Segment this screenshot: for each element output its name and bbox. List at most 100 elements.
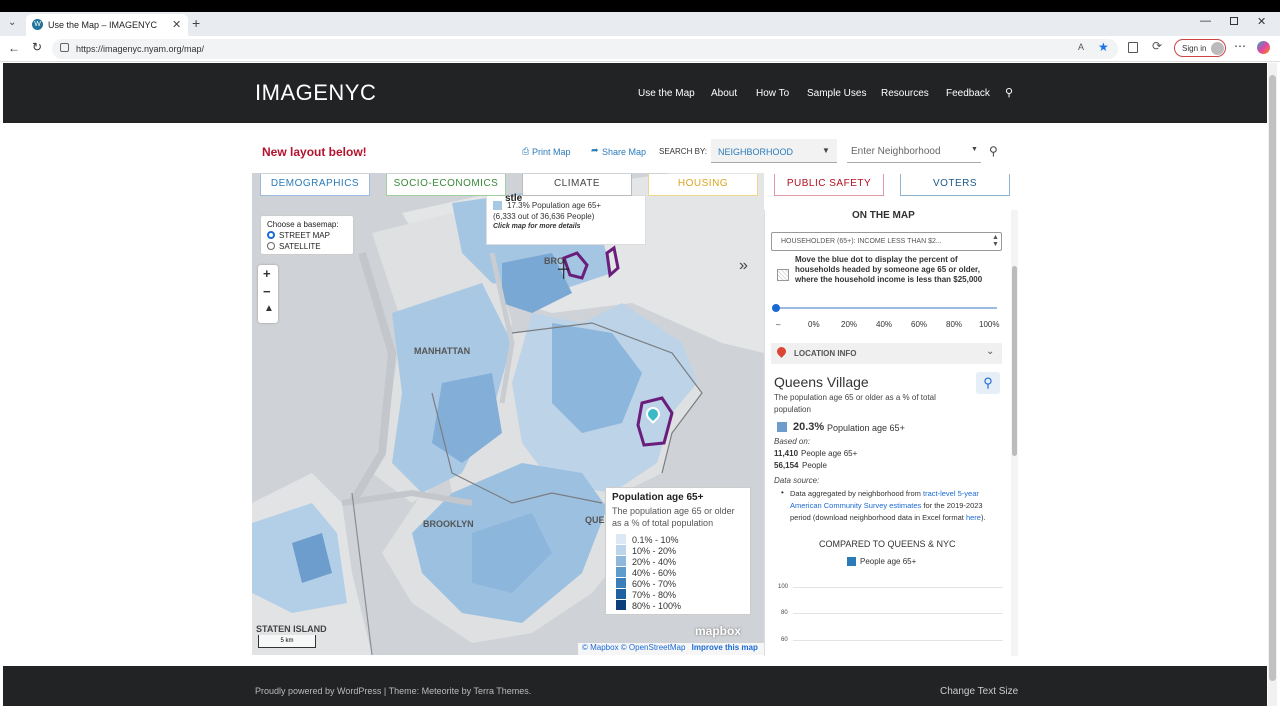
tab-voters[interactable]: VOTERS: [900, 174, 1010, 196]
neighborhood-search-icon[interactable]: ⚲: [989, 144, 998, 158]
print-map-link[interactable]: Print Map: [532, 147, 571, 157]
tab-bar: ⌄ W Use the Map – IMAGENYC ✕ + — ✕: [0, 12, 1280, 36]
basemap-option-satellite[interactable]: SATELLITE: [279, 242, 321, 251]
legend-swatch: [616, 589, 626, 599]
site-info-icon[interactable]: [60, 43, 69, 52]
tooltip-title-fragment: stle: [505, 193, 523, 204]
legend-swatch: [616, 600, 626, 610]
page-scrollbar-thumb[interactable]: [1269, 75, 1276, 681]
on-the-map-heading: ON THE MAP: [852, 210, 915, 221]
zoom-in-icon[interactable]: +: [263, 266, 271, 281]
map-label-queens: QUE: [585, 515, 605, 525]
variable-description: Move the blue dot to display the percent…: [795, 255, 983, 284]
count2-value: 56,154: [774, 461, 799, 470]
legend-label: 40% - 60%: [632, 568, 677, 578]
address-bar[interactable]: https://imagenyc.nyam.org/map/ A ★: [52, 39, 1118, 59]
threshold-slider-handle[interactable]: [772, 304, 780, 312]
bullet-icon: •: [781, 488, 784, 497]
share-map-link[interactable]: Share Map: [602, 147, 646, 157]
panel-toggle-icon[interactable]: »: [739, 257, 748, 275]
neighborhood-search-placeholder: Enter Neighborhood: [851, 146, 941, 157]
legend-label: 10% - 20%: [632, 546, 677, 556]
nav-use-the-map[interactable]: Use the Map: [638, 88, 695, 99]
tab-climate[interactable]: CLIMATE: [522, 174, 632, 196]
favorite-star-icon[interactable]: ★: [1098, 40, 1109, 54]
search-by-select[interactable]: NEIGHBORHOOD ▼: [711, 139, 837, 163]
page-scrollbar[interactable]: [1268, 63, 1277, 706]
improve-map-link[interactable]: Improve this map: [692, 643, 758, 652]
radio-satellite[interactable]: [267, 242, 275, 250]
chart-gridline: [793, 640, 1003, 641]
attribution-text[interactable]: © Mapbox © OpenStreetMap: [582, 643, 685, 652]
extensions-icon[interactable]: ⟳: [1152, 39, 1162, 53]
tab-title: Use the Map – IMAGENYC: [48, 20, 158, 30]
new-layout-notice: New layout below!: [262, 145, 367, 159]
tab-label: DEMOGRAPHICS: [270, 178, 360, 189]
minimize-icon[interactable]: —: [1200, 15, 1211, 27]
nav-sample-uses[interactable]: Sample Uses: [807, 88, 866, 99]
back-icon[interactable]: ←: [8, 41, 20, 55]
share-icon[interactable]: ➦: [591, 145, 599, 156]
chart-gridline: [793, 587, 1003, 588]
nav-feedback[interactable]: Feedback: [946, 88, 990, 99]
site-header: IMAGENYC Use the Map About How To Sample…: [3, 63, 1267, 123]
legend-swatch: [616, 545, 626, 555]
tooltip-line2: (6,333 out of 36,636 People): [493, 212, 595, 221]
tab-housing[interactable]: HOUSING: [648, 174, 758, 196]
reload-icon[interactable]: ↻: [32, 40, 42, 54]
tab-socio-economics[interactable]: SOCIO-ECONOMICS: [386, 174, 506, 196]
tab-public-safety[interactable]: PUBLIC SAFETY: [774, 174, 884, 196]
new-tab-icon[interactable]: +: [192, 15, 200, 31]
panel-scrollbar-thumb[interactable]: [1012, 266, 1017, 456]
chevron-down-icon: ⌄: [986, 346, 995, 357]
nav-about[interactable]: About: [711, 88, 737, 99]
compass-icon[interactable]: ▲: [264, 303, 274, 314]
chart-legend-swatch: [847, 557, 856, 566]
count2-label: People: [802, 461, 827, 470]
count1-value: 11,410: [774, 449, 799, 458]
window-close-icon[interactable]: ✕: [1257, 15, 1266, 28]
search-icon[interactable]: ⚲: [1005, 86, 1013, 99]
basemap-option-street[interactable]: STREET MAP: [279, 231, 330, 240]
tab-label: PUBLIC SAFETY: [786, 178, 872, 189]
based-on-label: Based on:: [774, 437, 811, 446]
radio-street-map[interactable]: [267, 231, 275, 239]
legend-swatch: [616, 578, 626, 588]
map-canvas[interactable]: MANHATTAN BROOKLYN QUE BRO STATEN ISLAND…: [252, 173, 764, 655]
profile-avatar-icon: [1211, 42, 1224, 55]
variable-info-icon: [777, 269, 789, 281]
variable-select[interactable]: HOUSEHOLDER (65+): INCOME LESS THAN $2..…: [771, 232, 1002, 251]
read-aloud-icon[interactable]: A: [1078, 42, 1084, 52]
print-icon[interactable]: ⎙: [522, 146, 529, 157]
neighborhood-search-field[interactable]: Enter Neighborhood ▼: [847, 139, 981, 163]
copilot-icon[interactable]: [1257, 41, 1270, 54]
mapbox-logo[interactable]: mapbox: [695, 624, 741, 638]
zoom-to-place-icon[interactable]: ⚲: [976, 372, 1000, 394]
nav-resources[interactable]: Resources: [881, 88, 929, 99]
zoom-out-icon[interactable]: −: [263, 284, 271, 299]
slider-tick: 60%: [911, 320, 928, 329]
site-logo[interactable]: IMAGENYC: [255, 80, 376, 106]
slider-tick: 40%: [876, 320, 893, 329]
nav-how-to[interactable]: How To: [756, 88, 789, 99]
place-description: The population age 65 or older as a % of…: [774, 393, 936, 414]
more-menu-icon[interactable]: ⋯: [1234, 39, 1246, 53]
browser-tab[interactable]: W Use the Map – IMAGENYC ✕: [26, 14, 188, 36]
map-label-manhattan: MANHATTAN: [414, 346, 471, 356]
threshold-slider-track[interactable]: [775, 307, 997, 309]
url-text: https://imagenyc.nyam.org/map/: [76, 44, 205, 54]
map-pin-icon: [775, 345, 788, 358]
tab-close-icon[interactable]: ✕: [172, 18, 181, 31]
location-info-header[interactable]: LOCATION INFO ⌄: [771, 343, 1002, 364]
change-text-size-link[interactable]: Change Text Size: [940, 686, 1018, 697]
chevron-down-icon: ▼: [971, 146, 978, 153]
tab-demographics[interactable]: DEMOGRAPHICS: [260, 174, 370, 196]
sign-in-button[interactable]: Sign in: [1174, 39, 1226, 57]
tab-list-icon[interactable]: ⌄: [8, 17, 16, 28]
collections-icon[interactable]: [1128, 42, 1138, 53]
download-here-link[interactable]: here: [966, 513, 981, 522]
legend-row: 70% - 80%: [616, 589, 676, 600]
restore-icon[interactable]: [1230, 17, 1238, 25]
map-toolbar: New layout below! ⎙ Print Map ➦ Share Ma…: [252, 138, 1018, 168]
panel-scrollbar[interactable]: [1011, 210, 1018, 656]
